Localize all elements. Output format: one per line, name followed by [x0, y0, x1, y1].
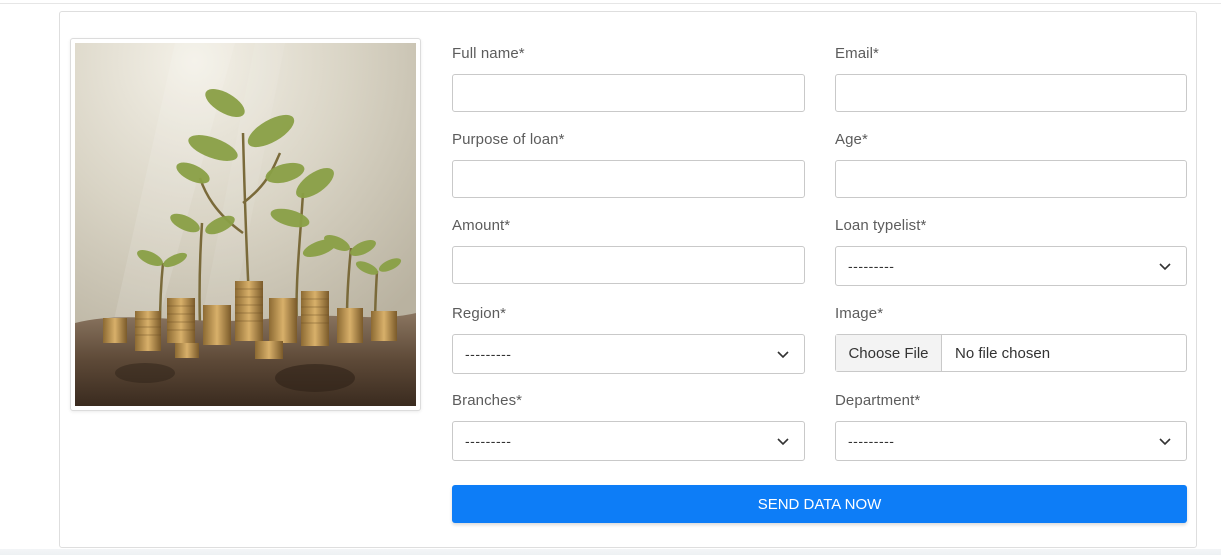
email-input[interactable]: [835, 74, 1187, 112]
amount-label: Amount*: [452, 217, 511, 234]
amount-input[interactable]: [452, 246, 805, 284]
chevron-down-icon: [777, 438, 789, 446]
loan-illustration-image: [75, 43, 416, 406]
department-selected: ---------: [848, 433, 895, 449]
email-label: Email*: [835, 45, 879, 62]
age-label: Age*: [835, 131, 868, 148]
chevron-down-icon: [777, 351, 789, 359]
branches-select[interactable]: ---------: [452, 421, 805, 461]
full-name-label: Full name*: [452, 45, 525, 62]
department-label: Department*: [835, 392, 921, 409]
file-status-text: No file chosen: [955, 344, 1051, 362]
loan-type-selected: ---------: [848, 258, 895, 274]
loan-type-select[interactable]: ---------: [835, 246, 1187, 286]
full-name-input[interactable]: [452, 74, 805, 112]
image-file-input[interactable]: Choose File No file chosen: [835, 334, 1187, 372]
region-selected: ---------: [465, 346, 512, 362]
age-input[interactable]: [835, 160, 1187, 198]
chevron-down-icon: [1159, 438, 1171, 446]
purpose-input[interactable]: [452, 160, 805, 198]
department-select[interactable]: ---------: [835, 421, 1187, 461]
send-data-button[interactable]: SEND DATA NOW: [452, 485, 1187, 523]
region-select[interactable]: ---------: [452, 334, 805, 374]
loan-illustration-frame: [70, 38, 421, 411]
top-divider: [0, 3, 1221, 4]
branches-selected: ---------: [465, 433, 512, 449]
image-label: Image*: [835, 305, 884, 322]
page-bottom-shade: [0, 549, 1221, 555]
loan-type-label: Loan typelist*: [835, 217, 927, 234]
choose-file-button[interactable]: Choose File: [836, 335, 942, 371]
branches-label: Branches*: [452, 392, 523, 409]
chevron-down-icon: [1159, 263, 1171, 271]
purpose-label: Purpose of loan*: [452, 131, 565, 148]
region-label: Region*: [452, 305, 507, 322]
